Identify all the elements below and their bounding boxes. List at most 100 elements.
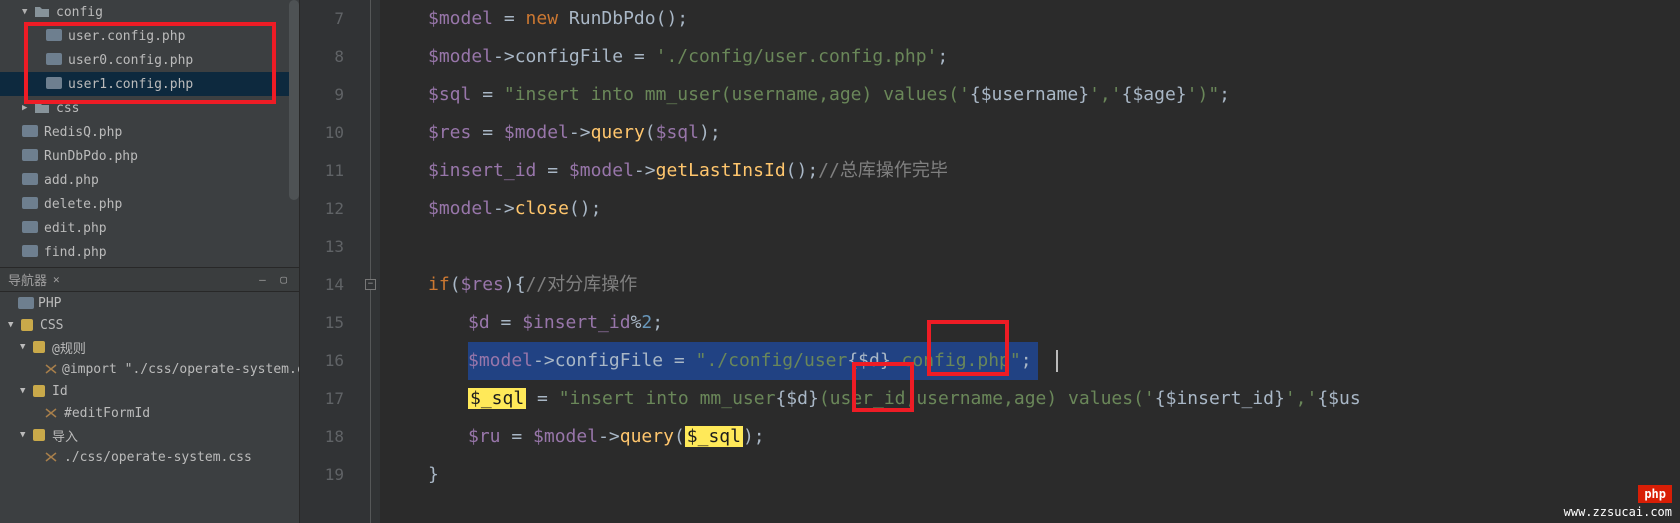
highlight-sql: $_sql bbox=[468, 388, 526, 409]
tree-file-userconfig[interactable]: user.config.php bbox=[0, 24, 299, 48]
code-line-13 bbox=[380, 228, 1680, 266]
nav-label: CSS bbox=[40, 318, 63, 333]
tree-file-rundbpdo[interactable]: RunDbPdo.php bbox=[0, 144, 299, 168]
code-line-7: $model = new RunDbPdo(); bbox=[380, 0, 1680, 38]
line-number: 8 bbox=[300, 38, 362, 76]
nav-php[interactable]: PHP bbox=[0, 292, 299, 314]
nav-import2[interactable]: ▼ 导入 bbox=[0, 424, 299, 446]
code-editor[interactable]: 7 8 9 10 11 12 13 14 15 16 17 18 19 − $m… bbox=[300, 0, 1680, 523]
gutter: 7 8 9 10 11 12 13 14 15 16 17 18 19 bbox=[300, 0, 362, 523]
navigator-title: 导航器 bbox=[8, 270, 47, 289]
tree-folder-config[interactable]: ▼ config bbox=[0, 0, 299, 24]
code-line-19: } bbox=[380, 456, 1680, 494]
navigator-body: PHP ▼ CSS ▼ @规则 @import "./css/operate-s… bbox=[0, 292, 299, 523]
nav-css[interactable]: ▼ CSS bbox=[0, 314, 299, 336]
line-number: 11 bbox=[300, 152, 362, 190]
highlight-sql: $_sql bbox=[685, 426, 743, 447]
line-number: 12 bbox=[300, 190, 362, 228]
line-number: 9 bbox=[300, 76, 362, 114]
code-line-18: $ru = $model->query($_sql); bbox=[380, 418, 1680, 456]
code-line-16: $model->configFile = "./config/user{$d}.… bbox=[380, 342, 1680, 380]
tree-label: find.php bbox=[44, 245, 107, 260]
line-number: 7 bbox=[300, 0, 362, 38]
nav-label: @import "./css/operate-system.css bbox=[62, 362, 299, 377]
php-file-icon bbox=[22, 173, 38, 187]
chevron-down-icon: ▼ bbox=[22, 7, 34, 17]
nav-opsys[interactable]: ./css/operate-system.css bbox=[0, 446, 299, 468]
nav-label: #editFormId bbox=[64, 406, 150, 421]
line-number: 14 bbox=[300, 266, 362, 304]
code-area[interactable]: $model = new RunDbPdo(); $model->configF… bbox=[380, 0, 1680, 523]
line-number: 19 bbox=[300, 456, 362, 494]
chevron-down-icon: ▼ bbox=[8, 320, 20, 330]
code-line-8: $model->configFile = './config/user.conf… bbox=[380, 38, 1680, 76]
watermark-url: www.zzsucai.com bbox=[1564, 505, 1672, 519]
at-rule-icon bbox=[32, 341, 48, 353]
import-icon bbox=[32, 429, 48, 441]
folder-icon bbox=[34, 101, 50, 115]
text-cursor bbox=[1056, 350, 1058, 372]
tree-label: edit.php bbox=[44, 221, 107, 236]
nav-import[interactable]: @import "./css/operate-system.css bbox=[0, 358, 299, 380]
php-file-icon bbox=[46, 77, 62, 91]
tree-file-redisq[interactable]: RedisQ.php bbox=[0, 120, 299, 144]
code-line-10: $res = $model->query($sql); bbox=[380, 114, 1680, 152]
code-line-11: $insert_id = $model->getLastInsId();//总库… bbox=[380, 152, 1680, 190]
php-icon bbox=[18, 297, 34, 309]
navigator-header: 导航器 ✕ — ▢ bbox=[0, 268, 299, 292]
tree-label: add.php bbox=[44, 173, 99, 188]
chevron-down-icon: ▼ bbox=[20, 342, 32, 352]
line-number: 18 bbox=[300, 418, 362, 456]
tag-icon bbox=[44, 407, 60, 419]
chevron-right-icon: ▶ bbox=[22, 103, 34, 113]
php-file-icon bbox=[46, 29, 62, 43]
close-icon[interactable]: ✕ bbox=[53, 273, 60, 286]
chevron-down-icon: ▼ bbox=[20, 386, 32, 396]
line-number: 13 bbox=[300, 228, 362, 266]
line-number: 17 bbox=[300, 380, 362, 418]
php-file-icon bbox=[22, 125, 38, 139]
fold-column: − bbox=[362, 0, 380, 523]
tree-label: RunDbPdo.php bbox=[44, 149, 138, 164]
code-line-15: $d = $insert_id%2; bbox=[380, 304, 1680, 342]
code-line-12: $model->close(); bbox=[380, 190, 1680, 228]
tree-file-edit[interactable]: edit.php bbox=[0, 216, 299, 240]
php-file-icon bbox=[22, 149, 38, 163]
tree-file-user1config[interactable]: user1.config.php bbox=[0, 72, 299, 96]
folder-icon bbox=[34, 5, 50, 19]
line-number: 10 bbox=[300, 114, 362, 152]
nav-id[interactable]: ▼ Id bbox=[0, 380, 299, 402]
nav-label: @规则 bbox=[52, 338, 86, 357]
tree-label: RedisQ.php bbox=[44, 125, 122, 140]
chevron-down-icon: ▼ bbox=[20, 430, 32, 440]
tree-label: user0.config.php bbox=[68, 53, 193, 68]
tag-icon bbox=[44, 363, 58, 375]
php-file-icon bbox=[22, 197, 38, 211]
code-line-17: $_sql = "insert into mm_user{$d}(user_id… bbox=[380, 380, 1680, 418]
tree-label: css bbox=[56, 101, 79, 116]
fold-minus-icon[interactable]: − bbox=[365, 279, 376, 290]
tree-label: user1.config.php bbox=[68, 77, 193, 92]
tree-file-find[interactable]: find.php bbox=[0, 240, 299, 264]
nav-label: 导入 bbox=[52, 426, 78, 445]
css-icon bbox=[20, 319, 36, 331]
tree-file-delete[interactable]: delete.php bbox=[0, 192, 299, 216]
tree-label: user.config.php bbox=[68, 29, 185, 44]
code-line-14: if($res){//对分库操作 bbox=[380, 266, 1680, 304]
nav-rule[interactable]: ▼ @规则 bbox=[0, 336, 299, 358]
tree-file-user0config[interactable]: user0.config.php bbox=[0, 48, 299, 72]
php-badge: php bbox=[1638, 485, 1672, 503]
panel-controls[interactable]: — ▢ bbox=[259, 273, 291, 286]
watermark: php www.zzsucai.com bbox=[1564, 485, 1672, 519]
scrollbar[interactable] bbox=[289, 0, 299, 200]
tag-icon bbox=[44, 451, 60, 463]
tree-folder-css[interactable]: ▶ css bbox=[0, 96, 299, 120]
nav-editform[interactable]: #editFormId bbox=[0, 402, 299, 424]
tree-label: config bbox=[56, 5, 103, 20]
line-number: 15 bbox=[300, 304, 362, 342]
nav-label: PHP bbox=[38, 296, 61, 311]
php-file-icon bbox=[46, 53, 62, 67]
line-number: 16 bbox=[300, 342, 362, 380]
project-tree: ▼ config user.config.php user0.config.ph… bbox=[0, 0, 299, 268]
tree-file-add[interactable]: add.php bbox=[0, 168, 299, 192]
